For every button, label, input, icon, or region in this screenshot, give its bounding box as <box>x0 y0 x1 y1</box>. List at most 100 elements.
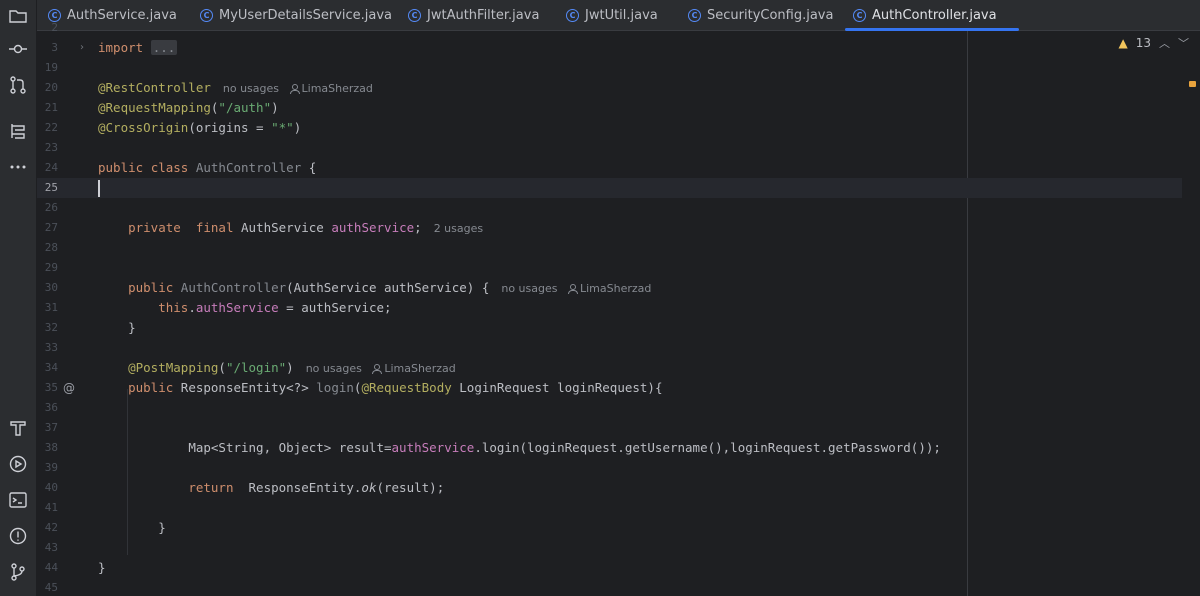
code-line: 40 return ResponseEntity.ok(result); <box>37 478 1182 498</box>
build-hammer-icon[interactable] <box>6 416 30 440</box>
keyword: final <box>195 220 234 235</box>
author-hint[interactable]: LimaSherzad <box>302 82 373 95</box>
string-literal: "/login" <box>225 360 287 375</box>
line-number: 33 <box>44 341 58 354</box>
code-token: .login(loginRequest.getUsername(),loginR… <box>474 440 941 455</box>
usages-hint[interactable]: no usages <box>223 82 279 95</box>
code-line: 39 <box>37 458 1182 478</box>
line-number: 20 <box>44 81 58 94</box>
code-token: Map<String, Object> result= <box>188 440 392 455</box>
line-number: 34 <box>44 361 58 374</box>
request-mapping-gutter-icon[interactable]: @ <box>63 378 75 398</box>
line-number: 39 <box>44 461 58 474</box>
code-token: ) <box>271 100 279 115</box>
folded-imports[interactable]: ... <box>150 40 178 55</box>
line-number: 41 <box>44 501 58 514</box>
code-line: 30 public AuthController(AuthService aut… <box>37 278 1182 298</box>
string-literal: "/auth" <box>218 100 272 115</box>
run-services-icon[interactable] <box>6 452 30 476</box>
code-line: 27 private final AuthService authService… <box>37 218 1182 238</box>
usages-hint[interactable]: no usages <box>501 282 557 295</box>
usages-hint[interactable]: 2 usages <box>434 222 483 235</box>
more-tools-icon[interactable] <box>6 155 30 179</box>
line-number: 45 <box>44 581 58 594</box>
git-branch-icon[interactable] <box>6 560 30 584</box>
line-number: 28 <box>44 241 58 254</box>
code-line: 26 <box>37 198 1182 218</box>
type-name: AuthService <box>241 220 324 235</box>
line-number: 27 <box>44 221 58 234</box>
fold-expand-icon[interactable]: › <box>80 38 84 58</box>
line-number: 44 <box>44 561 58 574</box>
code-line: 34 @PostMapping("/login") no usages LimaS… <box>37 358 1182 378</box>
author-hint[interactable]: LimaSherzad <box>384 362 455 375</box>
code-line: 32 } <box>37 318 1182 338</box>
code-line: 20 @RestController no usages LimaSherzad <box>37 78 1182 98</box>
code-line: 22 @CrossOrigin(origins = "*") <box>37 118 1182 138</box>
problems-icon[interactable] <box>6 524 30 548</box>
code-line: 21 @RequestMapping("/auth") <box>37 98 1182 118</box>
code-token: { <box>308 160 317 175</box>
code-token: (result); <box>376 480 445 495</box>
annotation: @CrossOrigin <box>98 120 189 135</box>
line-number: 26 <box>44 201 58 214</box>
code-line: 19 <box>37 58 1182 78</box>
line-number: 29 <box>44 261 58 274</box>
author-hint[interactable]: LimaSherzad <box>580 282 651 295</box>
code-line: 2 <box>37 18 1182 38</box>
line-number: 23 <box>44 141 58 154</box>
line-number: 43 <box>44 541 58 554</box>
constructor-name: AuthController <box>180 280 287 295</box>
line-number: 35 <box>44 381 58 394</box>
code-line: 3 › import ... <box>37 38 1182 58</box>
terminal-icon[interactable] <box>6 488 30 512</box>
structure-icon[interactable] <box>6 119 30 143</box>
code-token: LoginRequest loginRequest){ <box>451 380 663 395</box>
code-token: (AuthService authService) { <box>286 280 490 295</box>
method-name: ok <box>361 480 377 495</box>
code-token: } <box>158 520 166 535</box>
code-line: 37 <box>37 418 1182 438</box>
code-editor[interactable]: ▲ 13 ︿ ﹀ 2 3 › import ... 19 20 @RestCon… <box>37 21 1200 596</box>
code-token: (origins = <box>188 120 272 135</box>
keyword: import <box>98 40 144 55</box>
line-number: 31 <box>44 301 58 314</box>
string-literal: "*" <box>271 120 294 135</box>
type-name: ResponseEntity. <box>248 480 362 495</box>
code-token: } <box>98 560 106 575</box>
author-icon <box>289 84 300 94</box>
line-number: 19 <box>44 61 58 74</box>
method-name: login <box>316 380 354 395</box>
code-line: 31 this.authService = authService; <box>37 298 1182 318</box>
code-line: 43 <box>37 538 1182 558</box>
line-number: 22 <box>44 121 58 134</box>
keyword: return <box>188 480 234 495</box>
annotation: @RequestMapping <box>98 100 211 115</box>
annotation: @RestController <box>98 80 211 95</box>
scrollbar-marker[interactable] <box>1189 81 1196 87</box>
code-token: ) <box>286 360 294 375</box>
pull-requests-icon[interactable] <box>6 73 30 97</box>
annotation: @PostMapping <box>128 360 219 375</box>
line-number: 36 <box>44 401 58 414</box>
keyword: public <box>98 160 144 175</box>
type-name: ResponseEntity<?> <box>180 380 309 395</box>
line-number: 40 <box>44 481 58 494</box>
code-line: 33 <box>37 338 1182 358</box>
line-number: 24 <box>44 161 58 174</box>
code-token: . <box>188 300 196 315</box>
code-line: 36 <box>37 398 1182 418</box>
usages-hint[interactable]: no usages <box>306 362 362 375</box>
line-number: 2 <box>51 21 58 34</box>
code-token: ; <box>414 220 422 235</box>
line-number: 42 <box>44 521 58 534</box>
field-name: authService <box>331 220 415 235</box>
keyword: class <box>150 160 189 175</box>
line-number: 3 <box>51 41 58 54</box>
keyword: this <box>158 300 189 315</box>
code-line: 44 } <box>37 558 1182 578</box>
project-folder-icon[interactable] <box>6 4 30 28</box>
annotation: @RequestBody <box>361 380 452 395</box>
field-name: authService <box>195 300 279 315</box>
commit-icon[interactable] <box>6 37 30 61</box>
